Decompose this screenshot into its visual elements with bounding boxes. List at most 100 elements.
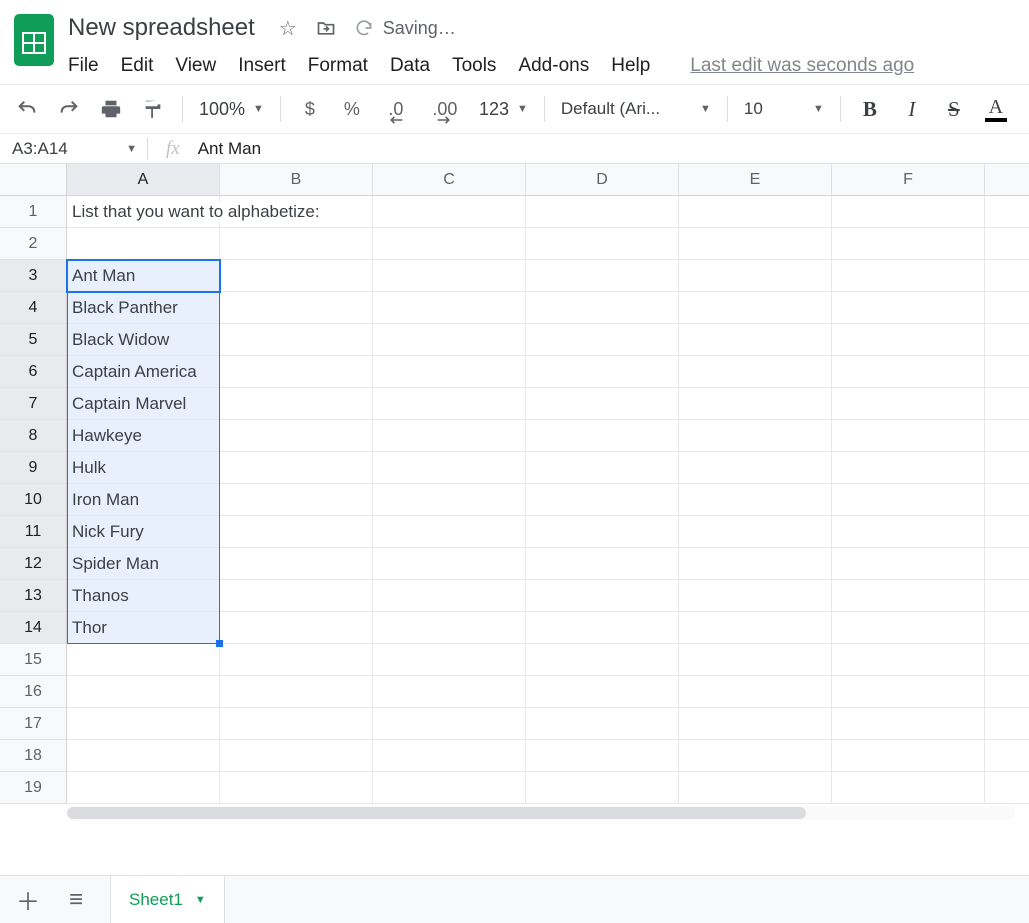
cell[interactable] xyxy=(220,676,373,708)
cell[interactable] xyxy=(220,612,373,644)
cell[interactable] xyxy=(526,196,679,228)
formula-input[interactable]: Ant Man xyxy=(198,139,261,159)
cell[interactable] xyxy=(526,644,679,676)
cell[interactable] xyxy=(679,420,832,452)
menu-insert[interactable]: Insert xyxy=(238,55,286,77)
cell[interactable] xyxy=(679,388,832,420)
bold-button[interactable]: B xyxy=(857,96,883,122)
currency-button[interactable]: $ xyxy=(297,96,323,122)
cell[interactable] xyxy=(220,708,373,740)
cell[interactable] xyxy=(832,196,985,228)
cell[interactable] xyxy=(679,516,832,548)
cell[interactable] xyxy=(220,260,373,292)
cell[interactable] xyxy=(373,772,526,804)
cell[interactable] xyxy=(526,420,679,452)
column-header[interactable]: E xyxy=(679,164,832,196)
cell[interactable] xyxy=(832,676,985,708)
cell[interactable] xyxy=(985,740,1029,772)
increase-decimal-button[interactable]: .00 xyxy=(427,96,463,122)
undo-button[interactable] xyxy=(14,96,40,122)
corner-cell[interactable] xyxy=(0,164,67,196)
cell[interactable] xyxy=(832,644,985,676)
cell[interactable] xyxy=(832,612,985,644)
cell[interactable] xyxy=(526,292,679,324)
star-icon[interactable]: ☆ xyxy=(277,17,299,39)
cell[interactable]: Black Panther xyxy=(67,292,220,324)
cell[interactable] xyxy=(985,292,1029,324)
cell[interactable] xyxy=(67,676,220,708)
cell[interactable] xyxy=(985,548,1029,580)
percent-button[interactable]: % xyxy=(339,96,365,122)
cell[interactable] xyxy=(67,644,220,676)
cell[interactable] xyxy=(220,580,373,612)
cell[interactable] xyxy=(373,260,526,292)
row-header[interactable]: 4 xyxy=(0,292,67,324)
row-header[interactable]: 2 xyxy=(0,228,67,260)
cell[interactable] xyxy=(373,740,526,772)
cell[interactable] xyxy=(832,740,985,772)
cell[interactable]: Thanos xyxy=(67,580,220,612)
name-box[interactable]: A3:A14 ▼ xyxy=(0,139,147,159)
cell[interactable]: Captain America xyxy=(67,356,220,388)
cell[interactable]: Ant Man xyxy=(67,260,220,292)
cell[interactable] xyxy=(373,644,526,676)
add-sheet-button[interactable]: ＋ xyxy=(14,886,42,914)
app-logo[interactable] xyxy=(8,8,60,80)
cell[interactable] xyxy=(832,452,985,484)
menu-edit[interactable]: Edit xyxy=(121,55,154,77)
row-header[interactable]: 16 xyxy=(0,676,67,708)
cell[interactable]: Hulk xyxy=(67,452,220,484)
cell[interactable] xyxy=(526,388,679,420)
cell[interactable] xyxy=(985,644,1029,676)
row-header[interactable]: 13 xyxy=(0,580,67,612)
cell[interactable] xyxy=(526,260,679,292)
menu-file[interactable]: File xyxy=(68,55,99,77)
doc-title[interactable]: New spreadsheet xyxy=(60,10,263,46)
cell[interactable] xyxy=(679,324,832,356)
cell[interactable] xyxy=(985,708,1029,740)
column-header[interactable]: A xyxy=(67,164,220,196)
cell[interactable] xyxy=(526,612,679,644)
cell[interactable] xyxy=(985,228,1029,260)
zoom-dropdown[interactable]: 100%▼ xyxy=(199,99,264,120)
cell[interactable] xyxy=(832,324,985,356)
column-header[interactable]: D xyxy=(526,164,679,196)
strikethrough-button[interactable]: S xyxy=(941,96,967,122)
cell[interactable] xyxy=(985,420,1029,452)
cell[interactable] xyxy=(832,548,985,580)
cell[interactable] xyxy=(832,484,985,516)
horizontal-scrollbar[interactable] xyxy=(67,806,1015,820)
cell[interactable] xyxy=(373,292,526,324)
row-header[interactable]: 6 xyxy=(0,356,67,388)
cell[interactable] xyxy=(67,228,220,260)
row-header[interactable]: 11 xyxy=(0,516,67,548)
last-edit-link[interactable]: Last edit was seconds ago xyxy=(690,55,914,77)
cell[interactable]: Black Widow xyxy=(67,324,220,356)
row-header[interactable]: 10 xyxy=(0,484,67,516)
cell[interactable] xyxy=(985,772,1029,804)
text-color-button[interactable]: A xyxy=(983,96,1009,122)
paint-format-button[interactable] xyxy=(140,96,166,122)
cell[interactable]: Iron Man xyxy=(67,484,220,516)
all-sheets-button[interactable]: ≡ xyxy=(62,886,90,914)
row-header[interactable]: 19 xyxy=(0,772,67,804)
cell[interactable] xyxy=(985,676,1029,708)
cell[interactable] xyxy=(220,324,373,356)
cell[interactable] xyxy=(373,196,526,228)
selection-handle[interactable] xyxy=(216,640,223,647)
row-header[interactable]: 7 xyxy=(0,388,67,420)
cell[interactable] xyxy=(526,452,679,484)
row-header[interactable]: 1 xyxy=(0,196,67,228)
row-header[interactable]: 18 xyxy=(0,740,67,772)
cell[interactable] xyxy=(67,740,220,772)
cell[interactable] xyxy=(67,772,220,804)
cell[interactable] xyxy=(67,708,220,740)
cell[interactable] xyxy=(679,484,832,516)
spreadsheet-grid[interactable]: ABCDEF1List that you want to alphabetize… xyxy=(0,164,1029,820)
cell[interactable] xyxy=(220,740,373,772)
cell[interactable] xyxy=(679,740,832,772)
cell[interactable] xyxy=(985,356,1029,388)
cell[interactable] xyxy=(832,388,985,420)
cell[interactable]: Hawkeye xyxy=(67,420,220,452)
cell[interactable] xyxy=(985,324,1029,356)
